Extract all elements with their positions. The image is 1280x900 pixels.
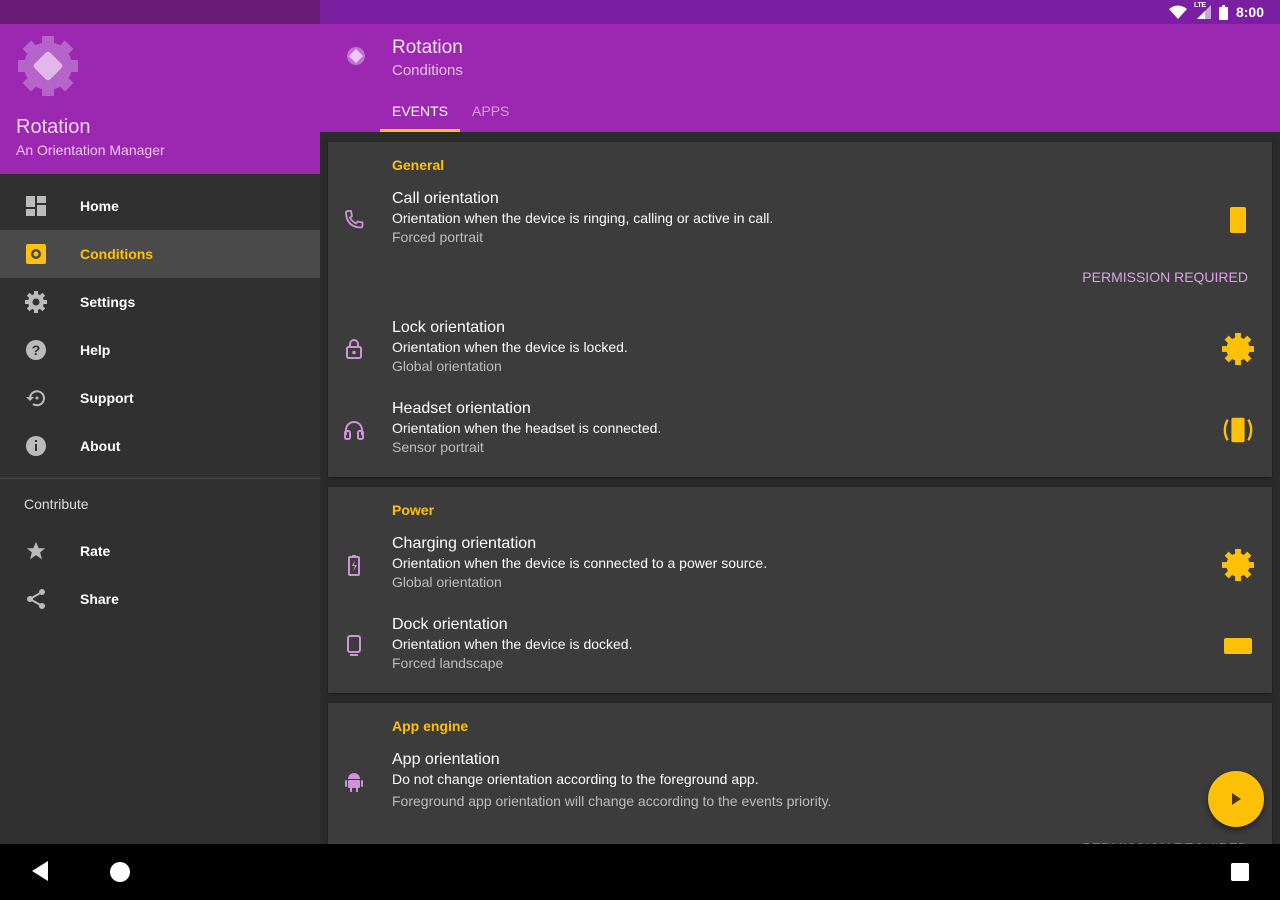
navigation-drawer: Rotation An Orientation Manager Home Con… bbox=[0, 24, 320, 844]
list-item-headset[interactable]: Headset orientation Orientation when the… bbox=[328, 396, 1272, 477]
list-item-charging[interactable]: Charging orientation Orientation when th… bbox=[328, 531, 1272, 612]
nav-label: Conditions bbox=[80, 246, 154, 262]
play-icon bbox=[1232, 793, 1241, 805]
battery-charging-icon bbox=[348, 555, 360, 576]
app-subtitle: An Orientation Manager bbox=[16, 142, 165, 158]
global-orientation-button[interactable] bbox=[1222, 549, 1254, 581]
item-desc: Orientation when the headset is connecte… bbox=[392, 420, 662, 436]
phone-icon bbox=[345, 210, 364, 229]
item-title: Call orientation bbox=[392, 190, 499, 207]
nav-item-rate[interactable]: Rate bbox=[0, 527, 320, 575]
item-value: Forced portrait bbox=[392, 229, 484, 245]
list-item-app[interactable]: App orientation Do not change orientatio… bbox=[328, 747, 1272, 828]
list-item-lock[interactable]: Lock orientation Orientation when the de… bbox=[328, 315, 1272, 396]
app-logo-icon bbox=[18, 36, 78, 96]
svg-text:?: ? bbox=[32, 342, 41, 358]
wifi-icon bbox=[1168, 5, 1187, 19]
card-title: Power bbox=[392, 502, 435, 518]
nav-item-about[interactable]: About bbox=[0, 422, 320, 470]
global-orientation-button[interactable] bbox=[1222, 333, 1254, 365]
divider bbox=[0, 478, 320, 479]
permission-required-button[interactable]: PERMISSION REQUIRED bbox=[328, 267, 1272, 315]
nav-label: Support bbox=[80, 390, 134, 406]
conditions-icon bbox=[24, 242, 48, 266]
conditions-icon bbox=[347, 47, 365, 65]
status-bar-drawer-part bbox=[0, 0, 320, 24]
nav-item-conditions[interactable]: Conditions bbox=[0, 230, 320, 278]
gear-icon bbox=[24, 290, 48, 314]
item-value: Foreground app orientation will change a… bbox=[392, 793, 832, 809]
android-icon bbox=[345, 773, 363, 792]
item-title: Lock orientation bbox=[392, 319, 505, 336]
nav-item-help[interactable]: ? Help bbox=[0, 326, 320, 374]
events-list: General Call orientation Orientation whe… bbox=[320, 132, 1280, 844]
nav-item-home[interactable]: Home bbox=[0, 182, 320, 230]
nav-label: Rate bbox=[80, 543, 111, 559]
start-service-fab[interactable] bbox=[1208, 771, 1264, 827]
tab-apps[interactable]: APPS bbox=[460, 100, 521, 132]
nav-label: Home bbox=[80, 198, 119, 214]
card-general: General Call orientation Orientation whe… bbox=[328, 142, 1272, 477]
item-title: Dock orientation bbox=[392, 616, 508, 633]
nav-item-settings[interactable]: Settings bbox=[0, 278, 320, 326]
home-icon[interactable] bbox=[109, 861, 131, 883]
info-icon bbox=[24, 434, 48, 458]
sensor-portrait-button[interactable] bbox=[1222, 414, 1254, 446]
portrait-orientation-button[interactable] bbox=[1222, 204, 1254, 236]
list-item-dock[interactable]: Dock orientation Orientation when the de… bbox=[328, 612, 1272, 693]
status-bar: LTE 8:00 bbox=[0, 0, 1280, 24]
back-icon[interactable] bbox=[30, 860, 50, 882]
nav-item-support[interactable]: Support bbox=[0, 374, 320, 422]
help-icon: ? bbox=[24, 338, 48, 362]
dashboard-icon bbox=[24, 194, 48, 218]
clock: 8:00 bbox=[1235, 4, 1264, 20]
network-type: LTE bbox=[1193, 2, 1206, 9]
permission-required-button[interactable]: PERMISSION REQUIRED bbox=[328, 828, 1272, 844]
item-desc: Orientation when the device is connected… bbox=[392, 555, 768, 571]
item-desc: Orientation when the device is docked. bbox=[392, 636, 633, 652]
battery-icon bbox=[1218, 4, 1228, 20]
item-desc: Orientation when the device is locked. bbox=[392, 339, 628, 355]
card-title: App engine bbox=[392, 718, 469, 734]
tab-events[interactable]: EVENTS bbox=[380, 100, 461, 132]
item-value: Forced landscape bbox=[392, 655, 504, 671]
star-icon bbox=[24, 539, 48, 563]
app-bar: Rotation Conditions EVENTS APPS bbox=[320, 24, 1280, 132]
item-value: Global orientation bbox=[392, 574, 502, 590]
nav-label: About bbox=[80, 438, 121, 454]
item-value: Global orientation bbox=[392, 358, 502, 374]
card-power: Power Charging orientation Orientation w… bbox=[328, 487, 1272, 693]
list-item-call[interactable]: Call orientation Orientation when the de… bbox=[328, 186, 1272, 267]
nav-item-share[interactable]: Share bbox=[0, 575, 320, 623]
system-nav-bar bbox=[0, 844, 1280, 900]
page-title: Rotation bbox=[392, 37, 463, 58]
item-desc: Do not change orientation according to t… bbox=[392, 771, 759, 787]
cell-signal: LTE bbox=[1193, 2, 1211, 19]
lock-icon bbox=[346, 339, 362, 359]
restore-icon bbox=[24, 386, 48, 410]
dock-icon bbox=[347, 635, 361, 656]
nav-label: Settings bbox=[80, 294, 136, 310]
share-icon bbox=[24, 587, 48, 611]
landscape-orientation-button[interactable] bbox=[1222, 630, 1254, 662]
page-subtitle: Conditions bbox=[392, 62, 463, 79]
headset-icon bbox=[344, 421, 364, 440]
nav-label: Help bbox=[80, 342, 111, 358]
item-title: Charging orientation bbox=[392, 535, 537, 552]
app-name: Rotation bbox=[16, 116, 91, 138]
nav-label: Share bbox=[80, 591, 119, 607]
card-title: General bbox=[392, 157, 445, 173]
drawer-header: Rotation An Orientation Manager bbox=[0, 24, 320, 174]
recents-icon[interactable] bbox=[1231, 863, 1249, 881]
item-desc: Orientation when the device is ringing, … bbox=[392, 210, 774, 226]
item-title: Headset orientation bbox=[392, 400, 531, 417]
item-value: Sensor portrait bbox=[392, 439, 484, 455]
section-contribute: Contribute bbox=[24, 496, 89, 512]
card-app-engine: App engine App orientation Do not change… bbox=[328, 703, 1272, 844]
item-title: App orientation bbox=[392, 751, 500, 768]
